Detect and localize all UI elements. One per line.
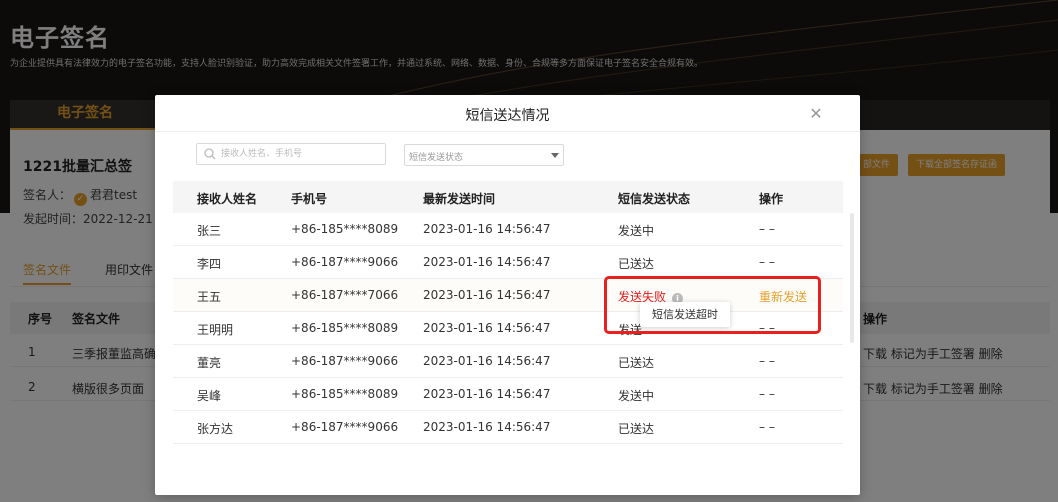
- cell-phone: +86-185****8089: [291, 222, 399, 236]
- header-status: 短信发送状态: [618, 192, 691, 206]
- cell-time: 2023-01-16 14:56:47: [423, 354, 551, 368]
- cell-time: 2023-01-16 14:56:47: [423, 321, 551, 335]
- cell-phone: +86-185****8089: [291, 321, 399, 335]
- cell-name: 王明明: [197, 323, 234, 337]
- scrollbar[interactable]: [850, 213, 854, 343]
- divider: [155, 131, 860, 132]
- cell-status: 发送中: [618, 224, 655, 238]
- sms-delivery-modal: 短信送达情况 ✕ 短信发送状态 接收人姓名 手机号 最新发送时间 短信发送状态 …: [155, 95, 860, 495]
- cell-name: 王五: [197, 290, 222, 304]
- search-input[interactable]: [221, 146, 381, 162]
- cell-action: – –: [759, 222, 775, 236]
- cell-status: 发送中: [618, 389, 655, 403]
- highlight-annotation: [604, 276, 821, 334]
- cell-action: – –: [759, 420, 775, 434]
- table-row: 张方达 +86-187****9066 2023-01-16 14:56:47 …: [173, 411, 843, 444]
- cell-action: – –: [759, 387, 775, 401]
- header-phone: 手机号: [291, 192, 328, 206]
- header-time: 最新发送时间: [423, 192, 496, 206]
- table-row: 吴峰 +86-185****8089 2023-01-16 14:56:47 发…: [173, 378, 843, 411]
- cell-phone: +86-187****9066: [291, 354, 399, 368]
- cell-action: – –: [759, 354, 775, 368]
- cell-status: 已送达: [618, 422, 655, 436]
- cell-name: 李四: [197, 257, 222, 271]
- table-row: 李四 +86-187****9066 2023-01-16 14:56:47 已…: [173, 246, 843, 279]
- cell-phone: +86-187****9066: [291, 420, 399, 434]
- cell-name: 张三: [197, 224, 222, 238]
- cell-status: 已送达: [618, 356, 655, 370]
- status-select[interactable]: 短信发送状态: [404, 144, 564, 166]
- status-select-placeholder: 短信发送状态: [409, 153, 464, 163]
- modal-title: 短信送达情况: [465, 108, 550, 124]
- cell-time: 2023-01-16 14:56:47: [423, 255, 551, 269]
- cell-status: 已送达: [618, 257, 655, 271]
- header-action: 操作: [759, 192, 784, 206]
- cell-time: 2023-01-16 14:56:47: [423, 288, 551, 302]
- cell-time: 2023-01-16 14:56:47: [423, 222, 551, 236]
- cell-phone: +86-185****8089: [291, 387, 399, 401]
- chevron-down-icon: [551, 153, 559, 158]
- cell-time: 2023-01-16 14:56:47: [423, 387, 551, 401]
- table-row: 张三 +86-185****8089 2023-01-16 14:56:47 发…: [173, 213, 843, 246]
- cell-name: 董亮: [197, 356, 222, 370]
- table-header: 接收人姓名 手机号 最新发送时间 短信发送状态 操作: [173, 181, 843, 213]
- cell-action: – –: [759, 255, 775, 269]
- cell-phone: +86-187****9066: [291, 255, 399, 269]
- table-row: 董亮 +86-187****9066 2023-01-16 14:56:47 已…: [173, 345, 843, 378]
- search-icon: [204, 148, 216, 160]
- cell-name: 吴峰: [197, 389, 222, 403]
- header-name: 接收人姓名: [197, 192, 258, 206]
- search-field[interactable]: [196, 143, 386, 165]
- cell-phone: +86-187****7066: [291, 288, 399, 302]
- cell-time: 2023-01-16 14:56:47: [423, 420, 551, 434]
- cell-name: 张方达: [197, 422, 234, 436]
- close-icon[interactable]: ✕: [807, 105, 825, 123]
